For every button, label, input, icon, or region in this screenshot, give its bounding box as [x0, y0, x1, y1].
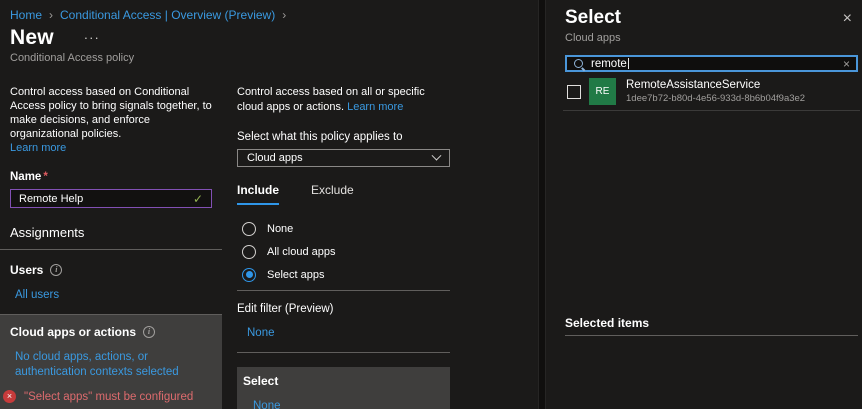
policy-description-text: Control access based on Conditional Acce…	[10, 86, 212, 140]
edit-filter-label: Edit filter (Preview)	[237, 303, 450, 315]
users-label: Users i	[0, 263, 222, 277]
app-id: 1dee7b72-b80d-4e56-933d-8b6b04f9a3e2	[626, 93, 805, 104]
error-icon: ×	[3, 390, 16, 403]
cloud-apps-value-link[interactable]: No cloud apps, actions, or authenticatio…	[15, 351, 179, 378]
applies-to-dropdown[interactable]: Cloud apps	[237, 149, 450, 167]
name-label: Name*	[0, 171, 222, 183]
select-label: Select	[243, 374, 442, 388]
breadcrumb-home-link[interactable]: Home	[10, 8, 42, 22]
edit-filter-none-link[interactable]: None	[247, 327, 275, 339]
chevron-right-icon: ›	[49, 8, 53, 22]
required-asterisk: *	[43, 171, 47, 183]
app-result-row[interactable]: RE RemoteAssistanceService 1dee7b72-b80d…	[567, 78, 858, 105]
info-icon[interactable]: i	[143, 326, 155, 338]
search-input-value: remote	[591, 58, 627, 70]
select-cloud-apps-panel: Select × Cloud apps remote × RE RemoteAs…	[546, 0, 862, 409]
close-icon[interactable]: ×	[843, 11, 852, 27]
selected-items-section: Selected items	[565, 316, 858, 336]
policy-summary-column: Control access based on Conditional Acce…	[0, 80, 222, 409]
radio-none[interactable]: None	[242, 221, 450, 236]
include-radio-group: None All cloud apps Select apps	[242, 221, 450, 282]
applies-to-dropdown-value: Cloud apps	[247, 152, 303, 164]
cloud-apps-editor-column: Control access based on all or specific …	[237, 80, 450, 409]
panel-subtitle: Cloud apps	[565, 32, 852, 44]
assignments-heading: Assignments	[0, 225, 222, 250]
users-value-row: All users	[0, 289, 222, 315]
tab-include[interactable]: Include	[237, 183, 279, 205]
learn-more-link[interactable]: Learn more	[10, 142, 66, 154]
breadcrumb: Home › Conditional Access | Overview (Pr…	[10, 8, 286, 22]
text-cursor	[628, 58, 629, 69]
cloud-apps-description: Control access based on all or specific …	[237, 85, 450, 115]
all-users-link[interactable]: All users	[15, 289, 59, 301]
app-checkbox[interactable]	[567, 85, 581, 99]
cloud-apps-section[interactable]: Cloud apps or actions i No cloud apps, a…	[0, 315, 222, 409]
chevron-right-icon: ›	[282, 8, 286, 22]
include-exclude-tabs: Include Exclude	[237, 183, 450, 205]
tab-exclude[interactable]: Exclude	[311, 183, 354, 205]
chevron-down-icon	[432, 150, 442, 160]
valid-check-icon: ✓	[193, 192, 203, 206]
validation-error-text: "Select apps" must be configured	[24, 391, 193, 403]
radio-none-label: None	[267, 223, 293, 235]
search-input[interactable]: remote ×	[565, 55, 858, 72]
app-name: RemoteAssistanceService	[626, 79, 805, 91]
select-section: Select None	[237, 367, 450, 409]
search-icon	[573, 58, 585, 70]
policy-description: Control access based on Conditional Acce…	[0, 85, 222, 155]
select-value-row: None	[243, 400, 442, 409]
clear-search-icon[interactable]: ×	[843, 57, 850, 71]
page-subtitle: Conditional Access policy	[10, 52, 134, 64]
more-options-icon[interactable]: ···	[84, 30, 100, 45]
selected-items-heading: Selected items	[565, 316, 858, 336]
radio-selected-icon	[242, 268, 256, 282]
edit-filter-value-row: None	[237, 327, 450, 353]
page-title: New	[10, 26, 54, 50]
applies-to-label: Select what this policy applies to	[237, 131, 450, 143]
app-avatar: RE	[589, 78, 616, 105]
learn-more-link[interactable]: Learn more	[347, 101, 403, 113]
breadcrumb-conditional-access-link[interactable]: Conditional Access | Overview (Preview)	[60, 8, 275, 22]
radio-circle-icon	[242, 222, 256, 236]
radio-select-apps-label: Select apps	[267, 269, 324, 281]
radio-select-apps[interactable]: Select apps	[242, 267, 450, 282]
panel-separator	[538, 0, 546, 409]
radio-all-cloud-apps-label: All cloud apps	[267, 246, 336, 258]
page-header: New ··· Conditional Access policy	[10, 26, 134, 64]
divider	[563, 110, 860, 111]
select-none-link[interactable]: None	[253, 400, 281, 409]
cloud-apps-value: No cloud apps, actions, or authenticatio…	[10, 350, 200, 380]
validation-error-row: × "Select apps" must be configured	[3, 390, 214, 403]
radio-circle-icon	[242, 245, 256, 259]
name-input[interactable]: Remote Help ✓	[10, 189, 212, 208]
info-icon[interactable]: i	[50, 264, 62, 276]
radio-all-cloud-apps[interactable]: All cloud apps	[242, 244, 450, 259]
app-text-block: RemoteAssistanceService 1dee7b72-b80d-4e…	[626, 79, 805, 104]
cloud-apps-label: Cloud apps or actions i	[10, 325, 214, 339]
divider	[237, 290, 450, 291]
name-input-value: Remote Help	[19, 193, 83, 205]
panel-title: Select	[565, 7, 621, 29]
